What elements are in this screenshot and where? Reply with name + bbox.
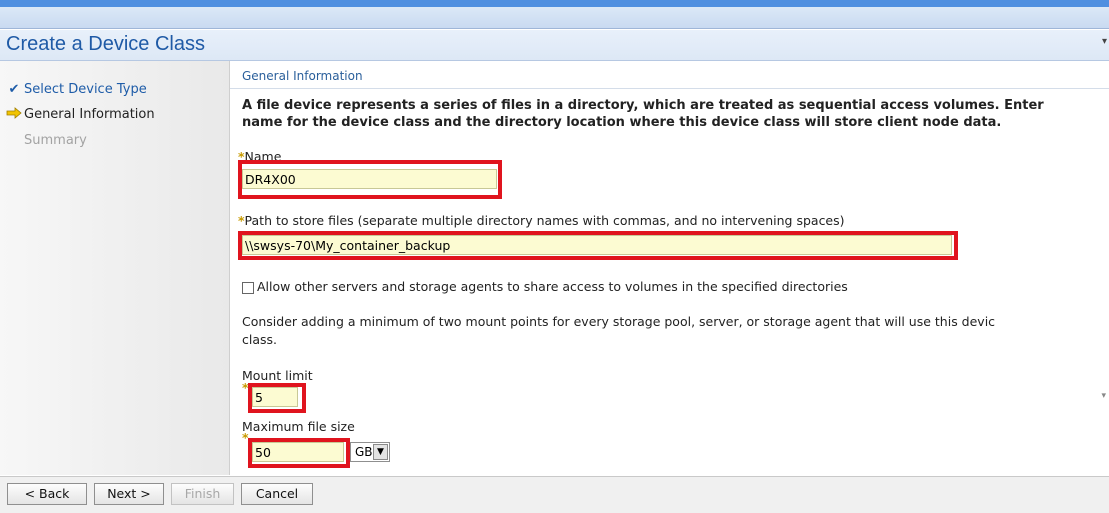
step-label: Summary xyxy=(24,133,87,148)
max-file-size-label: Maximum file size xyxy=(242,419,355,434)
chevron-down-icon[interactable]: ▼ xyxy=(373,444,388,460)
note-line-1: Consider adding a minimum of two mount p… xyxy=(242,314,996,329)
path-label: *Path to store files (separate multiple … xyxy=(238,213,845,228)
max-file-size-highlight-box xyxy=(248,438,350,468)
window-top-bar xyxy=(0,0,1109,29)
file-size-unit-select[interactable]: GB ▼ xyxy=(350,442,390,462)
finish-button[interactable]: Finish xyxy=(171,483,234,505)
step-label: Select Device Type xyxy=(24,82,147,97)
note-line-2: class. xyxy=(242,332,278,347)
path-highlight-box xyxy=(238,231,958,260)
share-access-label: Allow other servers and storage agents t… xyxy=(257,279,848,294)
scroll-indicator-icon: ▾ xyxy=(1101,391,1106,401)
description-line-1: A file device represents a series of fil… xyxy=(242,98,1044,113)
wizard-footer: < Back Next > Finish Cancel xyxy=(0,476,1109,513)
wizard-steps-sidebar: ✔ Select Device Type General Information… xyxy=(0,61,230,475)
path-label-text: Path to store files (separate multiple d… xyxy=(244,213,845,228)
step-summary: Summary xyxy=(24,133,87,148)
next-button[interactable]: Next > xyxy=(94,483,164,505)
step-label: General Information xyxy=(24,107,155,122)
section-description: A file device represents a series of fil… xyxy=(242,97,1109,131)
description-line-2: name for the device class and the direct… xyxy=(242,115,1002,130)
unit-select-value: GB xyxy=(355,445,373,459)
back-button[interactable]: < Back xyxy=(7,483,87,505)
arrow-right-icon xyxy=(6,107,22,123)
share-access-checkbox[interactable] xyxy=(242,282,254,294)
page-title: Create a Device Class xyxy=(6,33,205,55)
step-select-device-type[interactable]: ✔ Select Device Type xyxy=(9,82,147,97)
wizard-content: General Information A file device repres… xyxy=(230,61,1109,475)
section-title: General Information xyxy=(242,69,363,83)
mount-points-note: Consider adding a minimum of two mount p… xyxy=(242,313,995,349)
step-general-information: General Information xyxy=(6,107,155,122)
checkmark-icon: ✔ xyxy=(8,82,20,97)
mount-limit-label: Mount limit xyxy=(242,368,313,383)
name-highlight-box xyxy=(238,160,502,199)
title-menu-chevron-icon[interactable]: ▾ xyxy=(1102,36,1107,47)
section-header: General Information xyxy=(230,61,1109,89)
cancel-button[interactable]: Cancel xyxy=(241,483,313,505)
mount-limit-highlight-box xyxy=(248,383,306,413)
